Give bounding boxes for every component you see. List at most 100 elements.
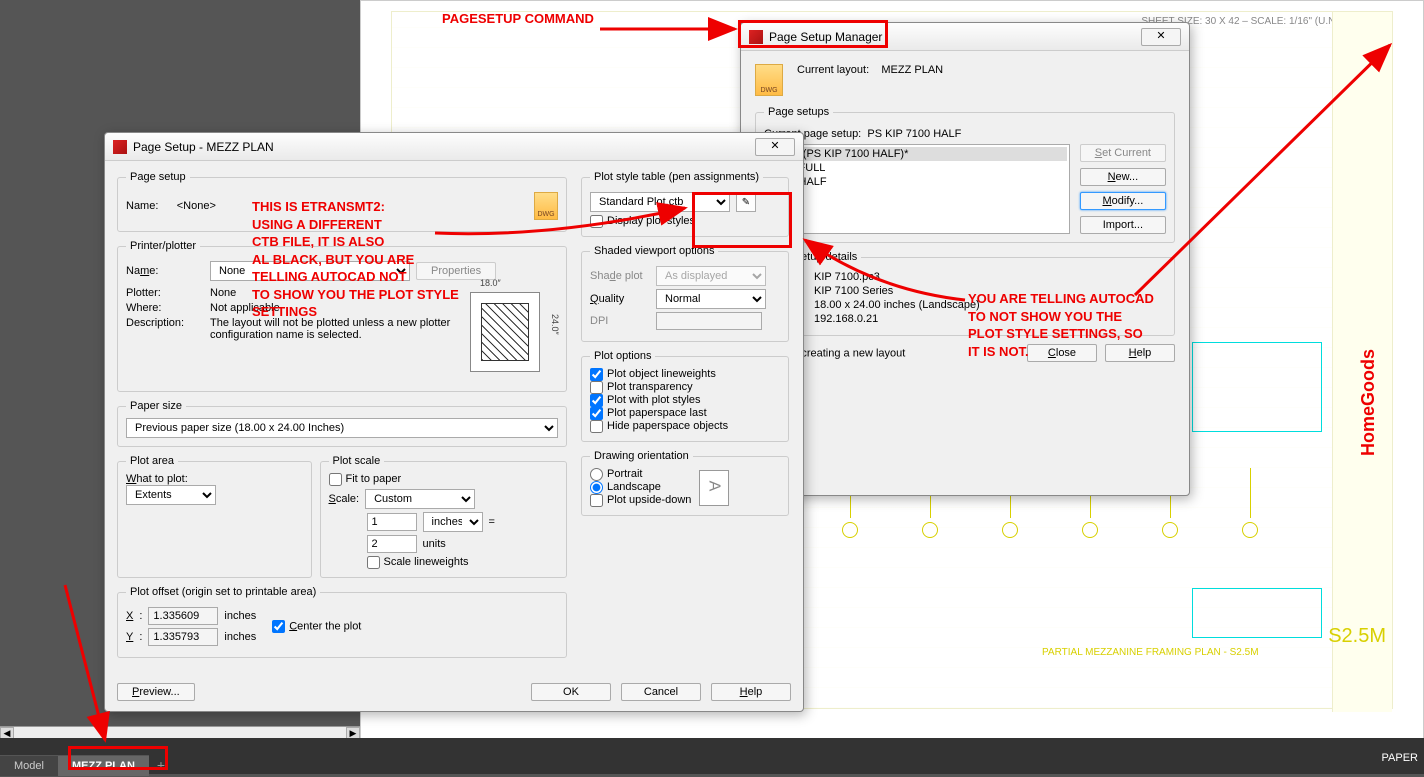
- plan-title: PARTIAL MEZZANINE FRAMING PLAN - S2.5M: [1042, 647, 1259, 658]
- opt-lineweights[interactable]: Plot object lineweights: [590, 368, 716, 380]
- grid-line: [1250, 468, 1251, 518]
- grid-bubble: [922, 522, 938, 538]
- upside-down-checkbox[interactable]: Plot upside-down: [590, 494, 691, 506]
- close-button[interactable]: ✕: [755, 138, 795, 156]
- fit-to-paper-checkbox[interactable]: Fit to paper: [329, 473, 402, 485]
- display-plot-styles-checkbox[interactable]: Display plot styles: [590, 215, 695, 227]
- grid-bubble: [1002, 522, 1018, 538]
- page-setup-list[interactable]: PLAN (PS KIP 7100 HALF)* 7100 FULL 7100 …: [764, 144, 1070, 234]
- opt-paperspace-last[interactable]: Plot paperspace last: [590, 407, 707, 419]
- scale-lineweights-checkbox[interactable]: Scale lineweights: [367, 556, 469, 568]
- list-item[interactable]: 7100 FULL: [767, 161, 1067, 175]
- help-button[interactable]: Help: [1105, 344, 1175, 362]
- current-ps-value: PS KIP 7100 HALF: [867, 128, 961, 140]
- paper-size-select[interactable]: Previous paper size (18.00 x 24.00 Inche…: [126, 418, 558, 438]
- printer-name-select[interactable]: None: [210, 261, 410, 281]
- help-button[interactable]: Help: [711, 683, 791, 701]
- drawing-element: [1192, 588, 1322, 638]
- what-to-plot-label: What to plot:: [126, 473, 303, 485]
- tab-model[interactable]: Model: [0, 755, 58, 776]
- preview-button[interactable]: Preview...: [117, 683, 195, 701]
- plot-options-group: Plot options Plot object lineweights Plo…: [581, 350, 789, 442]
- current-layout-value: MEZZ PLAN: [881, 64, 943, 76]
- autocad-icon: [113, 140, 127, 154]
- opt-plot-styles[interactable]: Plot with plot styles: [590, 394, 701, 406]
- horizontal-scrollbar[interactable]: ◀ ▶: [0, 726, 360, 738]
- opt-hide-paperspace[interactable]: Hide paperspace objects: [590, 420, 728, 432]
- close-button[interactable]: ✕: [1141, 28, 1181, 46]
- homegoods-logo: HomeGoods: [1358, 349, 1379, 456]
- ps-titlebar[interactable]: Page Setup - MEZZ PLAN ✕: [105, 133, 803, 161]
- add-layout-icon[interactable]: +: [149, 753, 173, 777]
- page-setup-dialog: Page Setup - MEZZ PLAN ✕ Page setup Name…: [104, 132, 804, 712]
- orientation-group: Drawing orientation Portrait Landscape P…: [581, 450, 789, 516]
- desc-value: The layout will not be plotted unless a …: [210, 317, 452, 341]
- title-block: HomeGoods: [1332, 12, 1392, 712]
- psm-titlebar[interactable]: Page Setup Manager ✕: [741, 23, 1189, 51]
- page-setup-name-group: Page setup Name: <None> DWG: [117, 171, 567, 232]
- detail-name: KIP 7100.pc3: [814, 271, 880, 283]
- scale-value-1[interactable]: [367, 513, 417, 531]
- detail-plotter: KIP 7100 Series: [814, 285, 893, 297]
- grid-bubble: [1162, 522, 1178, 538]
- cancel-button[interactable]: Cancel: [621, 683, 701, 701]
- what-to-plot-select[interactable]: Extents: [126, 485, 216, 505]
- plotter-value: None: [210, 287, 236, 299]
- ps-title: Page Setup - MEZZ PLAN: [133, 140, 274, 154]
- page-setups-group: Page setups CCurrent page setup:urrent p…: [755, 106, 1175, 243]
- paper-size-group: Paper size Previous paper size (18.00 x …: [117, 400, 567, 447]
- offset-x: [148, 607, 218, 625]
- portrait-radio[interactable]: Portrait: [590, 468, 642, 480]
- printer-name-label: Name:: [126, 265, 204, 277]
- paper-preview: [470, 292, 540, 372]
- shaded-viewport-group: Shaded viewport options Shade plot As di…: [581, 245, 789, 342]
- drawing-element: [1192, 342, 1322, 432]
- page-setups-legend: Page setups: [764, 106, 833, 118]
- detail-size: 18.00 x 24.00 inches (Landscape): [814, 299, 980, 311]
- modify-button[interactable]: Modify...: [1080, 192, 1166, 210]
- detail-where: 192.168.0.21: [814, 313, 878, 325]
- ctb-select[interactable]: Standard Plot.ctb: [590, 192, 730, 212]
- paper-status[interactable]: PAPER: [1382, 752, 1418, 764]
- tab-mezz-plan[interactable]: MEZZ PLAN: [58, 755, 149, 776]
- orientation-icon: [699, 470, 729, 506]
- dpi-input: [656, 312, 762, 330]
- set-current-button[interactable]: Set Current: [1080, 144, 1166, 162]
- new-button[interactable]: New...: [1080, 168, 1166, 186]
- autocad-icon: [749, 30, 763, 44]
- ok-button[interactable]: OK: [531, 683, 611, 701]
- sheet-number: S2.5M: [1328, 625, 1386, 648]
- import-button[interactable]: Import...: [1080, 216, 1166, 234]
- where-value: Not applicable: [210, 302, 280, 314]
- list-item[interactable]: PLAN (PS KIP 7100 HALF)*: [767, 147, 1067, 161]
- offset-y: [148, 628, 218, 646]
- dwg-icon: DWG: [534, 192, 558, 220]
- plot-scale-group: Plot scale Fit to paper Scale: Custom in…: [320, 455, 567, 578]
- page-setup-details-group: page setup details ame:KIP 7100.pc3 KIP …: [755, 251, 1175, 336]
- name-label: Name:: [126, 200, 158, 212]
- printer-plotter-group: Printer/plotter Name: None Properties Pl…: [117, 240, 567, 392]
- dwg-icon: DWG: [755, 64, 783, 96]
- layout-tab-bar: Model MEZZ PLAN +: [0, 738, 1424, 774]
- list-item[interactable]: 7100 HALF: [767, 175, 1067, 189]
- plot-offset-group: Plot offset (origin set to printable are…: [117, 586, 567, 658]
- scale-units-select[interactable]: inches: [423, 512, 483, 532]
- scale-label: Scale:: [329, 493, 360, 505]
- name-value: <None>: [177, 200, 216, 212]
- current-layout-label: Current layout:: [797, 64, 869, 76]
- landscape-radio[interactable]: Landscape: [590, 481, 661, 493]
- psm-title: Page Setup Manager: [769, 30, 882, 44]
- page-setup-manager-dialog: Page Setup Manager ✕ DWG Current layout:…: [740, 22, 1190, 496]
- scale-value-2[interactable]: [367, 535, 417, 553]
- edit-plot-style-icon[interactable]: ✎: [736, 192, 756, 212]
- plot-style-table-group: Plot style table (pen assignments) Stand…: [581, 171, 789, 237]
- center-plot-checkbox[interactable]: Center the plot: [272, 620, 361, 633]
- close-button[interactable]: Close: [1027, 344, 1097, 362]
- scale-select[interactable]: Custom: [365, 489, 475, 509]
- shade-plot-select: As displayed: [656, 266, 766, 286]
- quality-select[interactable]: Normal: [656, 289, 766, 309]
- grid-bubble: [1082, 522, 1098, 538]
- grid-bubble: [1242, 522, 1258, 538]
- grid-bubble: [842, 522, 858, 538]
- opt-transparency[interactable]: Plot transparency: [590, 381, 693, 393]
